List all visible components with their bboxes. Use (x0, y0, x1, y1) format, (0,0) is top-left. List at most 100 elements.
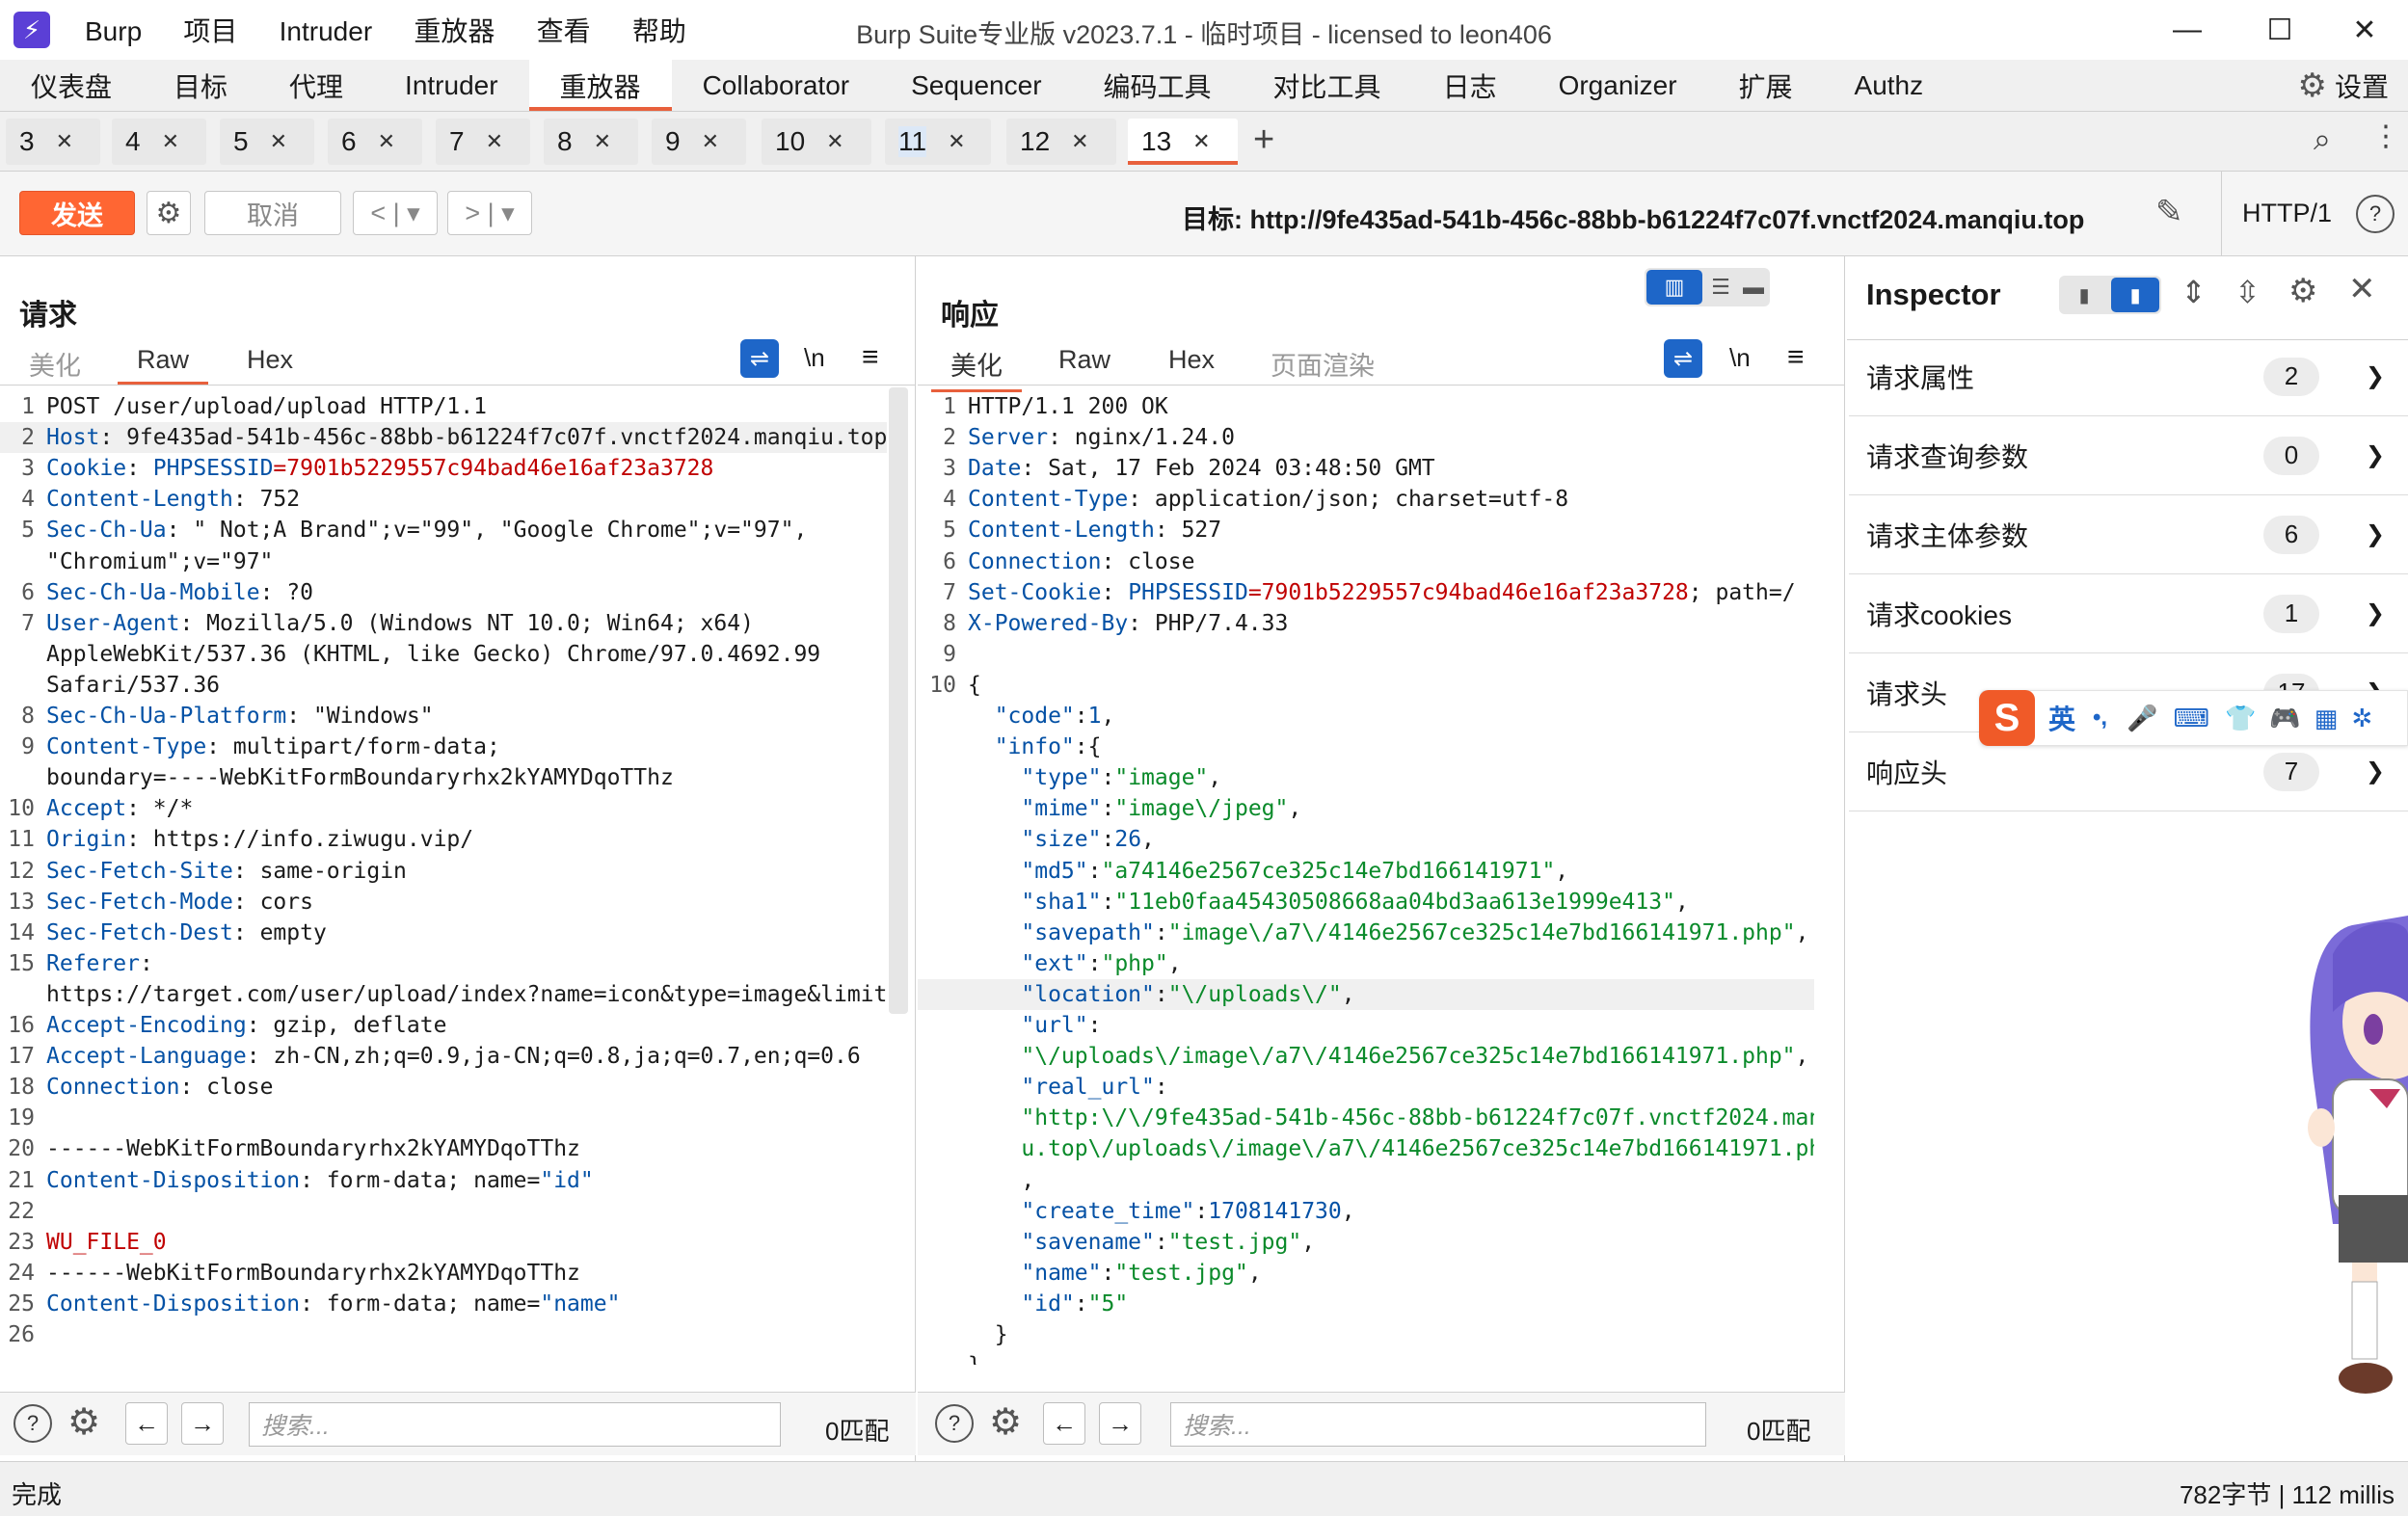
more-options-icon[interactable]: ⋮ (2371, 120, 2400, 153)
wrap-lines-icon[interactable]: ⇌ (740, 339, 779, 378)
code-line[interactable]: 13 Sec-Fetch-Mode: cors (0, 887, 887, 918)
code-line[interactable]: AppleWebKit/537.36 (KHTML, like Gecko) C… (0, 639, 887, 670)
send-button[interactable]: 发送 (19, 191, 135, 235)
code-line[interactable]: 23 WU_FILE_0 (0, 1227, 887, 1258)
close-tab-icon[interactable]: ✕ (162, 129, 179, 154)
code-line[interactable]: Safari/537.36 (0, 670, 887, 701)
microphone-icon[interactable]: 🎤 (2127, 704, 2157, 733)
code-line[interactable]: "http:\/\/9fe435ad-541b-456c-88bb-b61224… (918, 1103, 1814, 1133)
edit-target-icon[interactable]: ✎ (2155, 193, 2183, 231)
tab-pretty[interactable]: 美化 (931, 345, 1022, 392)
skin-icon[interactable]: 👕 (2225, 704, 2256, 733)
menu-burp[interactable]: Burp (85, 16, 142, 46)
code-line[interactable]: 7 Set-Cookie: PHPSESSID=7901b5229557c94ba… (918, 577, 1814, 608)
close-tab-icon[interactable]: ✕ (56, 129, 73, 154)
nav-logger[interactable]: 日志 (1412, 60, 1528, 111)
tab-raw[interactable]: Raw (1058, 345, 1110, 375)
code-line[interactable]: "id":"5" (918, 1289, 1814, 1319)
code-line[interactable]: 19 (0, 1103, 887, 1133)
code-line[interactable]: 6 Sec-Ch-Ua-Mobile: ?0 (0, 577, 887, 608)
settings-icon[interactable]: ✲ (2351, 704, 2372, 733)
layout-tabs-icon[interactable]: ▬ (1737, 270, 1770, 305)
scrollbar[interactable] (889, 387, 908, 1014)
close-tab-icon[interactable]: ✕ (1192, 129, 1210, 154)
code-line[interactable]: 1 POST /user/upload/upload HTTP/1.1 (0, 391, 887, 422)
code-line[interactable]: https://target.com/user/upload/index?nam… (0, 979, 887, 1010)
next-match-button[interactable]: → (181, 1402, 224, 1445)
code-line[interactable]: u.top\/uploads\/image\/a7\/4146e2567ce32… (918, 1133, 1814, 1164)
code-line[interactable]: "type":"image", (918, 762, 1814, 793)
help-icon[interactable]: ? (13, 1404, 52, 1443)
code-line[interactable]: "code":1, (918, 701, 1814, 731)
code-line[interactable]: 27 test.jpg (0, 1350, 887, 1355)
code-line[interactable]: 21 Content-Disposition: form-data; name="… (0, 1165, 887, 1196)
code-line[interactable]: 12 Sec-Fetch-Site: same-origin (0, 856, 887, 887)
repeater-tab[interactable]: 11 ✕ (885, 119, 991, 165)
toolbox-icon[interactable]: ▦ (2314, 704, 2339, 733)
response-search-input[interactable]: 搜索... (1170, 1402, 1706, 1447)
keyboard-icon[interactable]: ⌨ (2173, 704, 2209, 733)
code-line[interactable]: "ext":"php", (918, 948, 1814, 979)
close-window-icon[interactable]: ✕ (2331, 6, 2398, 54)
nav-target[interactable]: 目标 (143, 60, 258, 111)
gear-icon[interactable]: ⚙ (67, 1400, 100, 1444)
repeater-tab[interactable]: 7 ✕ (436, 119, 530, 165)
tab-pretty[interactable]: 美化 (29, 345, 81, 383)
code-line[interactable]: "mime":"image\/jpeg", (918, 793, 1814, 824)
code-line[interactable]: 1 HTTP/1.1 200 OK (918, 391, 1814, 422)
layout-right-icon[interactable]: ▮ (2111, 278, 2159, 312)
help-icon[interactable]: ? (2356, 195, 2395, 233)
cancel-button[interactable]: 取消 (204, 191, 341, 235)
close-tab-icon[interactable]: ✕ (270, 129, 287, 154)
nav-repeater[interactable]: 重放器 (528, 60, 672, 111)
code-line[interactable]: 6 Connection: close (918, 546, 1814, 577)
nav-proxy[interactable]: 代理 (258, 60, 374, 111)
back-history-button[interactable]: < | ▾ (353, 191, 438, 235)
nav-collaborator[interactable]: Collaborator (672, 60, 881, 111)
hamburger-menu-icon[interactable]: ≡ (1787, 341, 1805, 374)
nav-extensions[interactable]: 扩展 (1708, 60, 1824, 111)
add-tab-icon[interactable]: + (1253, 120, 1274, 161)
code-line[interactable]: } (918, 1350, 1814, 1365)
close-inspector-icon[interactable]: ✕ (2348, 270, 2376, 308)
show-newlines-toggle[interactable]: \n (804, 343, 825, 373)
request-editor[interactable]: 1 POST /user/upload/upload HTTP/1.1 2 Host:… (0, 391, 887, 1355)
search-icon[interactable]: ⌕ (2314, 121, 2331, 158)
menu-project[interactable]: 项目 (183, 16, 237, 46)
forward-history-button[interactable]: > | ▾ (447, 191, 532, 235)
code-line[interactable]: "savepath":"image\/a7\/4146e2567ce325c14… (918, 918, 1814, 948)
code-line[interactable]: 8 X-Powered-By: PHP/7.4.33 (918, 608, 1814, 639)
nav-dashboard[interactable]: 仪表盘 (0, 60, 143, 111)
code-line[interactable]: 7 User-Agent: Mozilla/5.0 (Windows NT 10.… (0, 608, 887, 639)
code-line[interactable]: , (918, 1165, 1814, 1196)
code-line[interactable]: 2 Host: 9fe435ad-541b-456c-88bb-b61224f7c… (0, 422, 887, 454)
collapse-all-icon[interactable]: ⇳ (2234, 274, 2261, 310)
code-line[interactable]: 25 Content-Disposition: form-data; name="… (0, 1289, 887, 1319)
code-line[interactable]: 5 Sec-Ch-Ua: " Not;A Brand";v="99", "Goog… (0, 515, 887, 545)
code-line[interactable]: 4 Content-Length: 752 (0, 484, 887, 515)
nav-comparer[interactable]: 对比工具 (1243, 60, 1412, 111)
nav-intruder[interactable]: Intruder (374, 60, 529, 111)
layout-stacked-icon[interactable]: ☰ (1704, 270, 1737, 305)
target-label[interactable]: 目标: http://9fe435ad-541b-456c-88bb-b6122… (1182, 199, 2084, 236)
nav-authz[interactable]: Authz (1824, 60, 1955, 111)
code-line[interactable]: "size":26, (918, 824, 1814, 855)
code-line[interactable]: 4 Content-Type: application/json; charset… (918, 484, 1814, 515)
code-line[interactable]: 9 Content-Type: multipart/form-data; (0, 731, 887, 762)
ime-punct[interactable]: •, (2093, 705, 2107, 731)
code-line[interactable]: "\/uploads\/image\/a7\/4146e2567ce325c14… (918, 1041, 1814, 1072)
close-tab-icon[interactable]: ✕ (702, 129, 719, 154)
code-line[interactable]: "real_url": (918, 1072, 1814, 1103)
nav-decoder[interactable]: 编码工具 (1073, 60, 1243, 111)
settings-button[interactable]: ⚙ 设置 (2298, 60, 2390, 112)
layout-side-by-side-icon[interactable]: ▥ (1646, 270, 1702, 305)
close-tab-icon[interactable]: ✕ (378, 129, 395, 154)
repeater-tab[interactable]: 5 ✕ (220, 119, 314, 165)
close-tab-icon[interactable]: ✕ (594, 129, 611, 154)
repeater-tab[interactable]: 10 ✕ (762, 119, 871, 165)
repeater-tab[interactable]: 8 ✕ (544, 119, 638, 165)
code-line[interactable]: 26 (0, 1319, 887, 1350)
code-line[interactable]: 9 (918, 639, 1814, 670)
code-line[interactable]: } (918, 1319, 1814, 1350)
code-line[interactable]: 2 Server: nginx/1.24.0 (918, 422, 1814, 453)
